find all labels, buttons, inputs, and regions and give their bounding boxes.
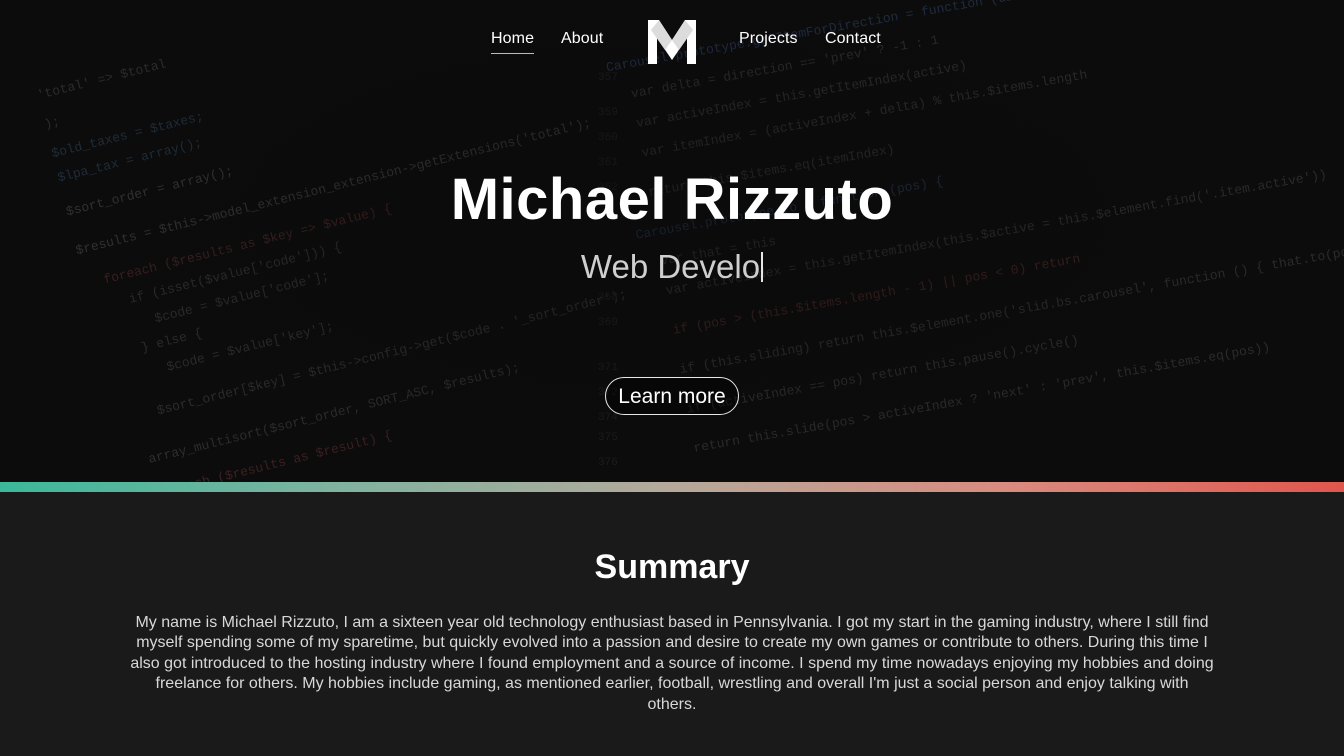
nav-item-projects[interactable]: Projects bbox=[739, 30, 798, 48]
summary-section: Summary My name is Michael Rizzuto, I am… bbox=[0, 492, 1344, 756]
accent-gradient-bar bbox=[0, 482, 1344, 492]
m-logo-icon[interactable] bbox=[645, 16, 699, 68]
learn-more-button[interactable]: Learn more bbox=[605, 377, 739, 415]
hero-subtitle-wrapper: Web Develo bbox=[0, 248, 1344, 286]
nav-item-home[interactable]: Home bbox=[491, 30, 535, 54]
main-navigation: Home About Projects Contact bbox=[0, 14, 1344, 66]
nav-item-contact[interactable]: Contact bbox=[825, 30, 881, 48]
nav-item-about[interactable]: About bbox=[561, 30, 603, 48]
hero-section: 'total' => $total ); $old_taxes = $taxes… bbox=[0, 0, 1344, 482]
typing-cursor bbox=[761, 252, 764, 282]
hero-subtitle: Web Develo bbox=[580, 248, 761, 285]
summary-text: My name is Michael Rizzuto, I am a sixte… bbox=[130, 614, 1214, 713]
summary-title: Summary bbox=[594, 548, 750, 586]
hero-title: Michael Rizzuto bbox=[450, 167, 894, 232]
